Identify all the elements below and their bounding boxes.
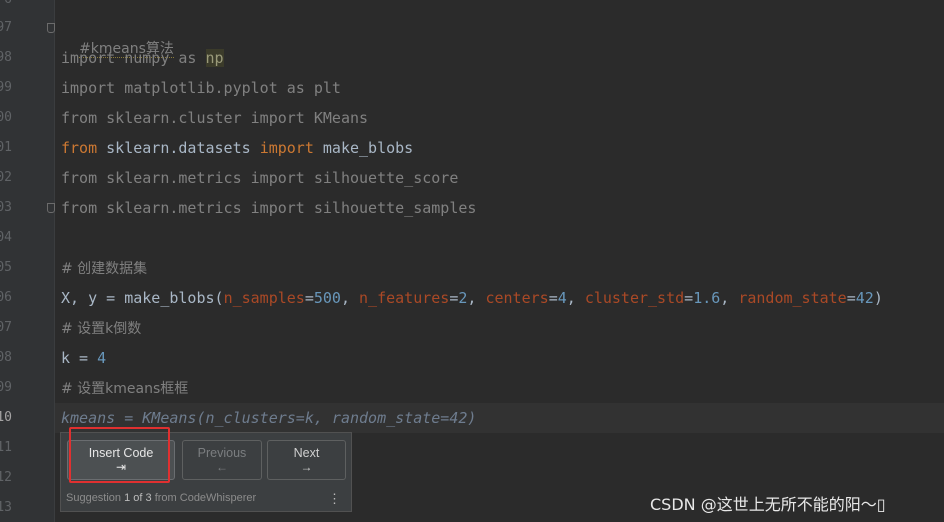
line-number: 09 [0,380,12,395]
code-line[interactable]: # 设置k倒数 [61,318,141,339]
code-line-ghost-suggestion[interactable]: kmeans = KMeans(n_clusters=k, random_sta… [61,408,476,428]
line-number: 12 [0,470,12,485]
line-number: 04 [0,230,12,245]
fold-marker-icon[interactable] [47,203,55,213]
line-number: 03 [0,200,12,215]
suggestion-status: Suggestion 1 of 3 from CodeWhisperer [66,492,257,504]
code-line[interactable]: k = 4 [61,348,106,368]
code-line[interactable]: from sklearn.cluster import KMeans [61,108,368,128]
line-number-current: 10 [0,410,12,425]
line-number: 05 [0,260,12,275]
code-line[interactable]: import numpy as np [61,48,224,68]
gutter-separator [54,0,55,522]
watermark: CSDN @这世上无所不能的阳～▯ [650,495,886,514]
line-number: 07 [0,320,12,335]
code-line[interactable]: X, y = make_blobs(n_samples=500, n_featu… [61,288,883,308]
highlight-box [69,427,170,483]
line-number: 99 [0,80,12,95]
line-number: 97 [0,20,12,35]
code-line[interactable]: import matplotlib.pyplot as plt [61,78,341,98]
line-number: 06 [0,290,12,305]
line-number: 02 [0,170,12,185]
line-number-gutter: 6 97 98 99 00 01 02 03 04 05 06 07 08 09… [0,0,54,522]
fold-marker-icon[interactable] [47,23,55,33]
line-number: 08 [0,350,12,365]
code-line[interactable]: # 设置kmeans框框 [61,378,188,399]
code-line[interactable]: # 创建数据集 [61,258,147,279]
line-number: 00 [0,110,12,125]
line-number: 13 [0,500,12,515]
line-number: 11 [0,440,12,455]
code-line[interactable]: from sklearn.datasets import make_blobs [61,138,413,158]
code-line[interactable]: from sklearn.metrics import silhouette_s… [61,198,476,218]
previous-button[interactable]: Previous ← [182,440,262,480]
arrow-right-icon: → [300,460,313,474]
line-number: 98 [0,50,12,65]
more-options-icon[interactable]: ⋮ [328,491,341,507]
arrow-left-icon: ← [216,460,228,474]
line-number: 01 [0,140,12,155]
next-button[interactable]: Next → [267,440,346,480]
line-number: 6 [0,0,12,8]
code-line[interactable]: from sklearn.metrics import silhouette_s… [61,168,458,188]
